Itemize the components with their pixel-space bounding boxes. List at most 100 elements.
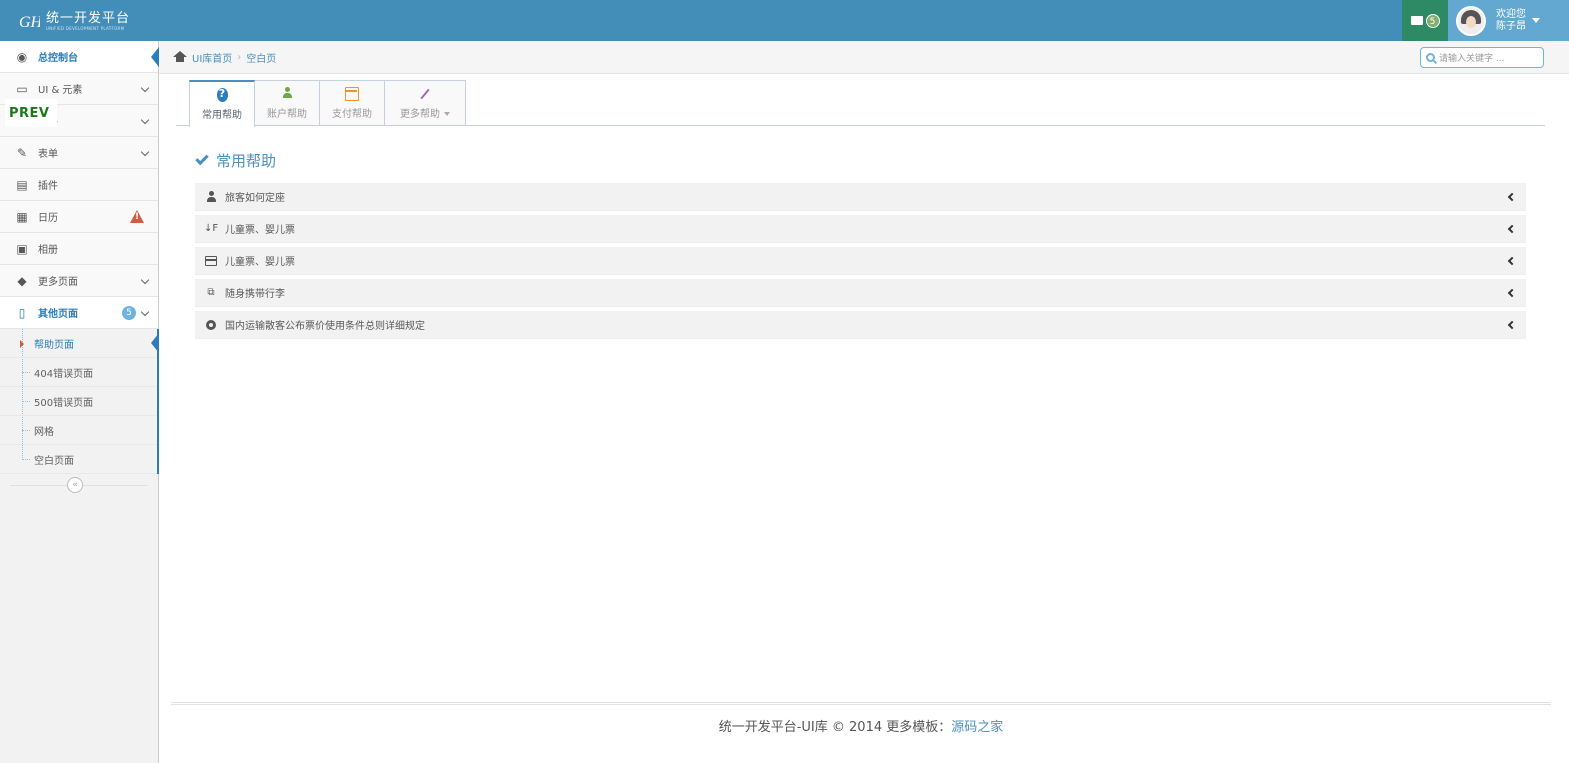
messages-button[interactable]: 5 [1402,0,1448,41]
picture-icon: ▣ [16,241,28,256]
sidebar-item-plugins[interactable]: ▤ 插件 [0,169,158,201]
welcome-text: 欢迎您 [1496,9,1526,20]
avatar [1456,5,1486,36]
user-icon [205,191,217,202]
count-badge: 5 [122,306,136,320]
user-icon [282,87,292,101]
edit-icon: ✎ [16,145,28,160]
caret-down-icon [444,112,450,116]
accordion-item-seat-booking[interactable]: 旅客如何定座 [195,183,1526,211]
question-circle-icon: ? [216,88,228,102]
accordion-item-label: 旅客如何定座 [225,193,285,204]
copy-icon: ⧉ [207,287,215,298]
submenu-item-500[interactable]: 500错误页面 [0,387,158,416]
sidebar-item-dashboard[interactable]: ◉ 总控制台 [0,41,159,73]
chevron-left-icon[interactable] [1507,320,1517,330]
chevron-left-icon[interactable] [1507,224,1517,234]
sidebar-item-other-pages[interactable]: ▯ 其他页面 5 [0,297,158,329]
list-alt-icon: ▤ [16,177,28,192]
user-menu-button[interactable]: 欢迎您 陈子昂 [1448,0,1569,41]
accordion-item-child-ticket-2[interactable]: 儿童票、婴儿票 [195,247,1526,275]
footer-divider [171,702,1551,705]
credit-card-icon [205,255,217,266]
search-icon [1426,53,1435,62]
dashboard-icon: ◉ [16,49,28,64]
collapse-icon[interactable]: « [67,477,83,493]
footer-text: 统一开发平台-UI库 © 2014 更多模板： [718,720,952,735]
submenu: 帮助页面 404错误页面 500错误页面 网格 空白页面 [0,329,159,474]
search-input[interactable]: 请输入关键字 ... [1439,51,1504,64]
top-navbar: GH 统一开发平台 UNIFIED DEVELOPMENT PLATFORM 5… [0,0,1569,41]
section-title-text: 常用帮助 [216,152,277,170]
mail-count-badge: 5 [1425,13,1440,28]
sidebar-item-label: 其他页面 [38,309,78,320]
accordion-item-label: 儿童票、婴儿票 [225,257,295,268]
calendar-icon: ▦ [16,209,28,224]
chevron-left-icon[interactable] [1507,256,1517,266]
footer: 统一开发平台-UI库 © 2014 更多模板：源码之家 [171,716,1551,735]
sidebar-item-label: 日历 [38,213,58,224]
tab-payment-help[interactable]: 支付帮助 [319,80,385,126]
sidebar-item-label: 更多页面 [38,277,78,288]
caret-down-icon [1532,18,1540,23]
accordion-item-baggage[interactable]: ⧉ 随身携带行李 [195,279,1526,307]
tab-common-help[interactable]: ? 常用帮助 [189,80,255,127]
chevron-down-icon [140,83,150,93]
footer-link[interactable]: 源码之家 [951,720,1003,735]
sidebar-item-calendar[interactable]: ▦ 日历 [0,201,158,233]
svg-text:GH: GH [19,14,40,31]
accordion-item-label: 国内运输散客公布票价使用条件总则详细规定 [225,321,425,332]
brand-logo-icon: GH [18,10,44,32]
desktop-icon: ▭ [16,81,28,96]
sidebar-item-label: UI & 元素 [38,85,83,96]
faq-accordion: 旅客如何定座 ↓F 儿童票、婴儿票 儿童票、婴儿票 ⧉ 随身携带行李 国内运输散… [195,183,1526,343]
sidebar-item-forms[interactable]: ✎ 表单 [0,137,158,169]
tab-label: 账户帮助 [267,109,307,120]
accordion-item-label: 儿童票、婴儿票 [225,225,295,236]
breadcrumb: UI库首页 › 空白页 请输入关键字 ... [159,41,1569,74]
check-icon [195,151,209,166]
cog-icon [205,319,217,330]
warning-icon [130,210,144,223]
tabs-divider [176,125,1545,126]
chevron-down-icon [140,307,150,317]
chevron-left-icon[interactable] [1507,192,1517,202]
search-box[interactable]: 请输入关键字 ... [1420,47,1544,68]
chevron-left-icon[interactable] [1507,288,1517,298]
brand-subtitle: UNIFIED DEVELOPMENT PLATFORM [46,25,125,31]
breadcrumb-home-link[interactable]: UI库首页 [192,50,232,65]
prev-tag[interactable]: PREV [5,99,57,127]
brand[interactable]: GH 统一开发平台 UNIFIED DEVELOPMENT PLATFORM [18,8,130,34]
breadcrumb-separator: › [237,51,242,63]
submenu-item-help[interactable]: 帮助页面 [0,329,159,358]
submenu-item-blank[interactable]: 空白页面 [0,445,158,474]
home-icon [173,51,187,63]
sidebar-item-gallery[interactable]: ▣ 相册 [0,233,158,265]
tab-label: 常用帮助 [202,110,242,121]
tab-more-help[interactable]: 更多帮助 [384,80,466,126]
sidebar-item-more-pages[interactable]: ◆ 更多页面 [0,265,158,297]
brand-title: 统一开发平台 [46,10,131,26]
tab-account-help[interactable]: 账户帮助 [254,80,320,126]
tag-icon: ◆ [17,273,27,288]
user-name: 陈子昂 [1496,20,1526,32]
tab-label: 支付帮助 [332,109,372,120]
submenu-item-grid[interactable]: 网格 [0,416,158,445]
accordion-item-child-ticket[interactable]: ↓F 儿童票、婴儿票 [195,215,1526,243]
sidebar-item-label: 相册 [38,245,58,256]
accordion-item-fare-rules[interactable]: 国内运输散客公布票价使用条件总则详细规定 [195,311,1526,339]
sidebar-collapse: « [0,474,158,496]
sidebar-item-label: 表单 [38,149,58,160]
envelope-icon [1410,16,1423,25]
chevron-down-icon [140,115,150,125]
chevron-down-icon [140,275,150,285]
tab-label: 更多帮助 [400,109,440,120]
file-icon: ▯ [18,305,26,320]
credit-card-icon [345,87,359,101]
submenu-item-404[interactable]: 404错误页面 [0,358,158,387]
sidebar-item-label: 插件 [38,181,58,192]
sort-amount-icon: ↓F [203,223,219,234]
sidebar-item-label: 总控制台 [38,53,78,64]
sidebar: ◉ 总控制台 ▭ UI & 元素 ☰ 表格 ✎ 表单 ▤ 插件 ▦ 日历 ▣ 相… [0,41,159,763]
section-title: 常用帮助 [195,150,277,171]
